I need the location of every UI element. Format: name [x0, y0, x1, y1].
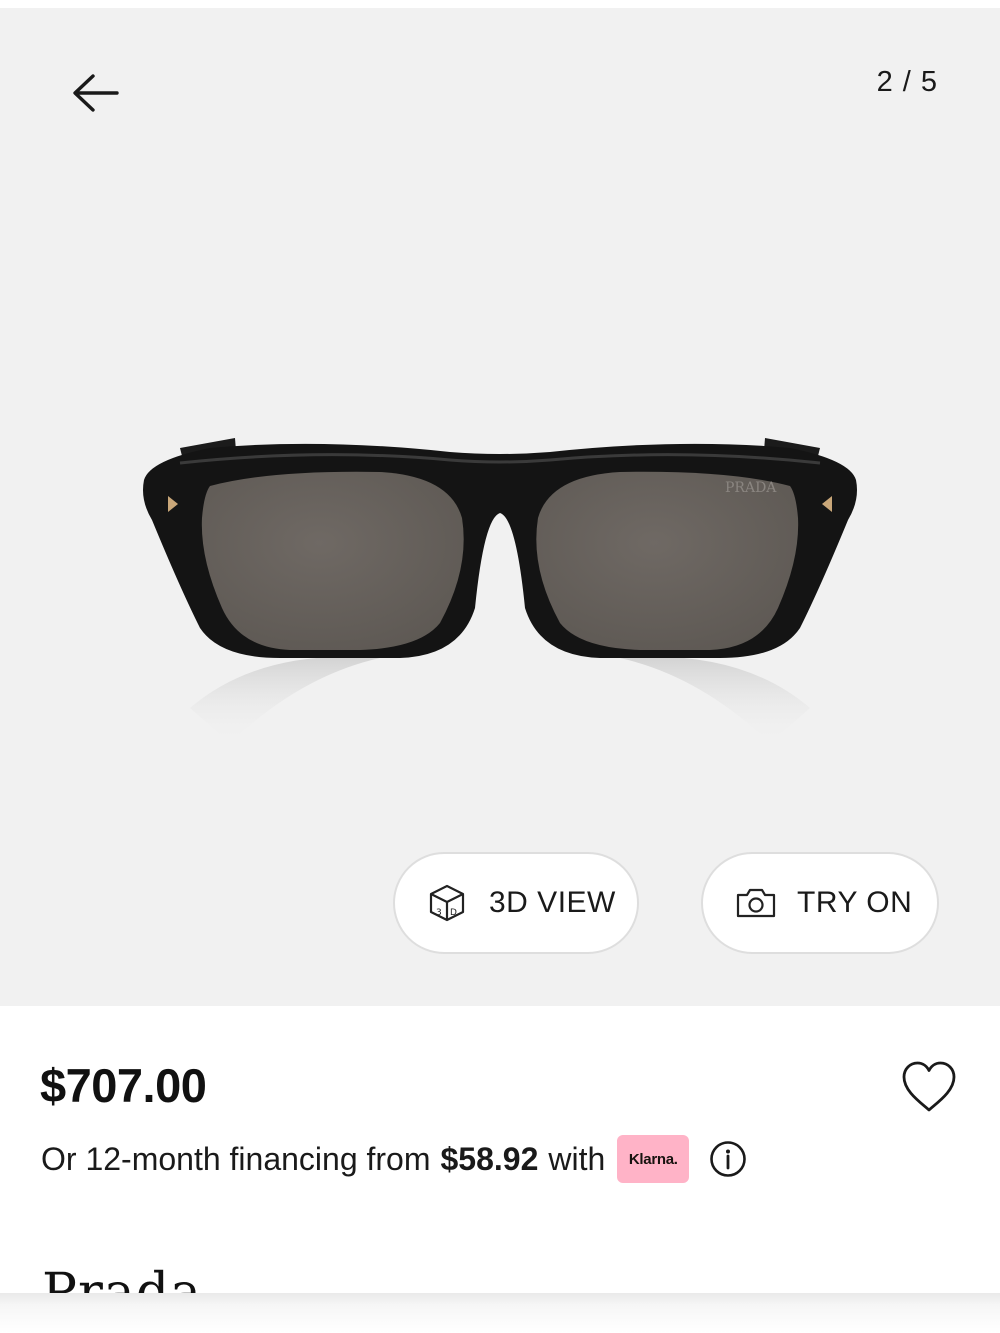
financing-suffix: with — [548, 1140, 606, 1177]
financing-line: Or 12-month financing from $58.92 with K… — [41, 1133, 747, 1185]
financing-amount: $58.92 — [440, 1140, 539, 1177]
product-price: $707.00 — [40, 1059, 207, 1112]
bottom-bar-shadow — [0, 1293, 1000, 1333]
3d-view-button[interactable]: 3 D 3D VIEW — [393, 852, 639, 954]
arrow-left-icon — [73, 74, 119, 112]
try-on-label: TRY ON — [797, 886, 913, 919]
lens-brand-mark: PRADA — [725, 480, 777, 496]
heart-icon — [902, 1061, 956, 1112]
3d-view-label: 3D VIEW — [489, 886, 616, 919]
3d-cube-icon: 3 D — [427, 883, 467, 923]
try-on-button[interactable]: TRY ON — [701, 852, 939, 954]
product-image-gallery[interactable]: 2 / 5 PRADA 3 D 3D VIEW TRY ON — [0, 8, 1000, 1006]
klarna-badge[interactable]: Klarna. — [617, 1135, 690, 1183]
financing-prefix: Or 12-month financing from — [41, 1140, 431, 1177]
svg-text:3: 3 — [436, 908, 442, 918]
wishlist-button[interactable] — [900, 1060, 958, 1114]
product-page: 2 / 5 PRADA 3 D 3D VIEW TRY ON $707.00 O… — [0, 0, 1000, 1333]
camera-icon — [735, 887, 777, 919]
info-icon[interactable] — [709, 1140, 747, 1178]
brand-name[interactable]: Prada — [42, 1262, 202, 1296]
svg-text:D: D — [450, 908, 457, 918]
sunglasses-image: PRADA — [143, 438, 857, 743]
image-counter: 2 / 5 — [876, 66, 938, 98]
back-button[interactable] — [66, 64, 124, 122]
